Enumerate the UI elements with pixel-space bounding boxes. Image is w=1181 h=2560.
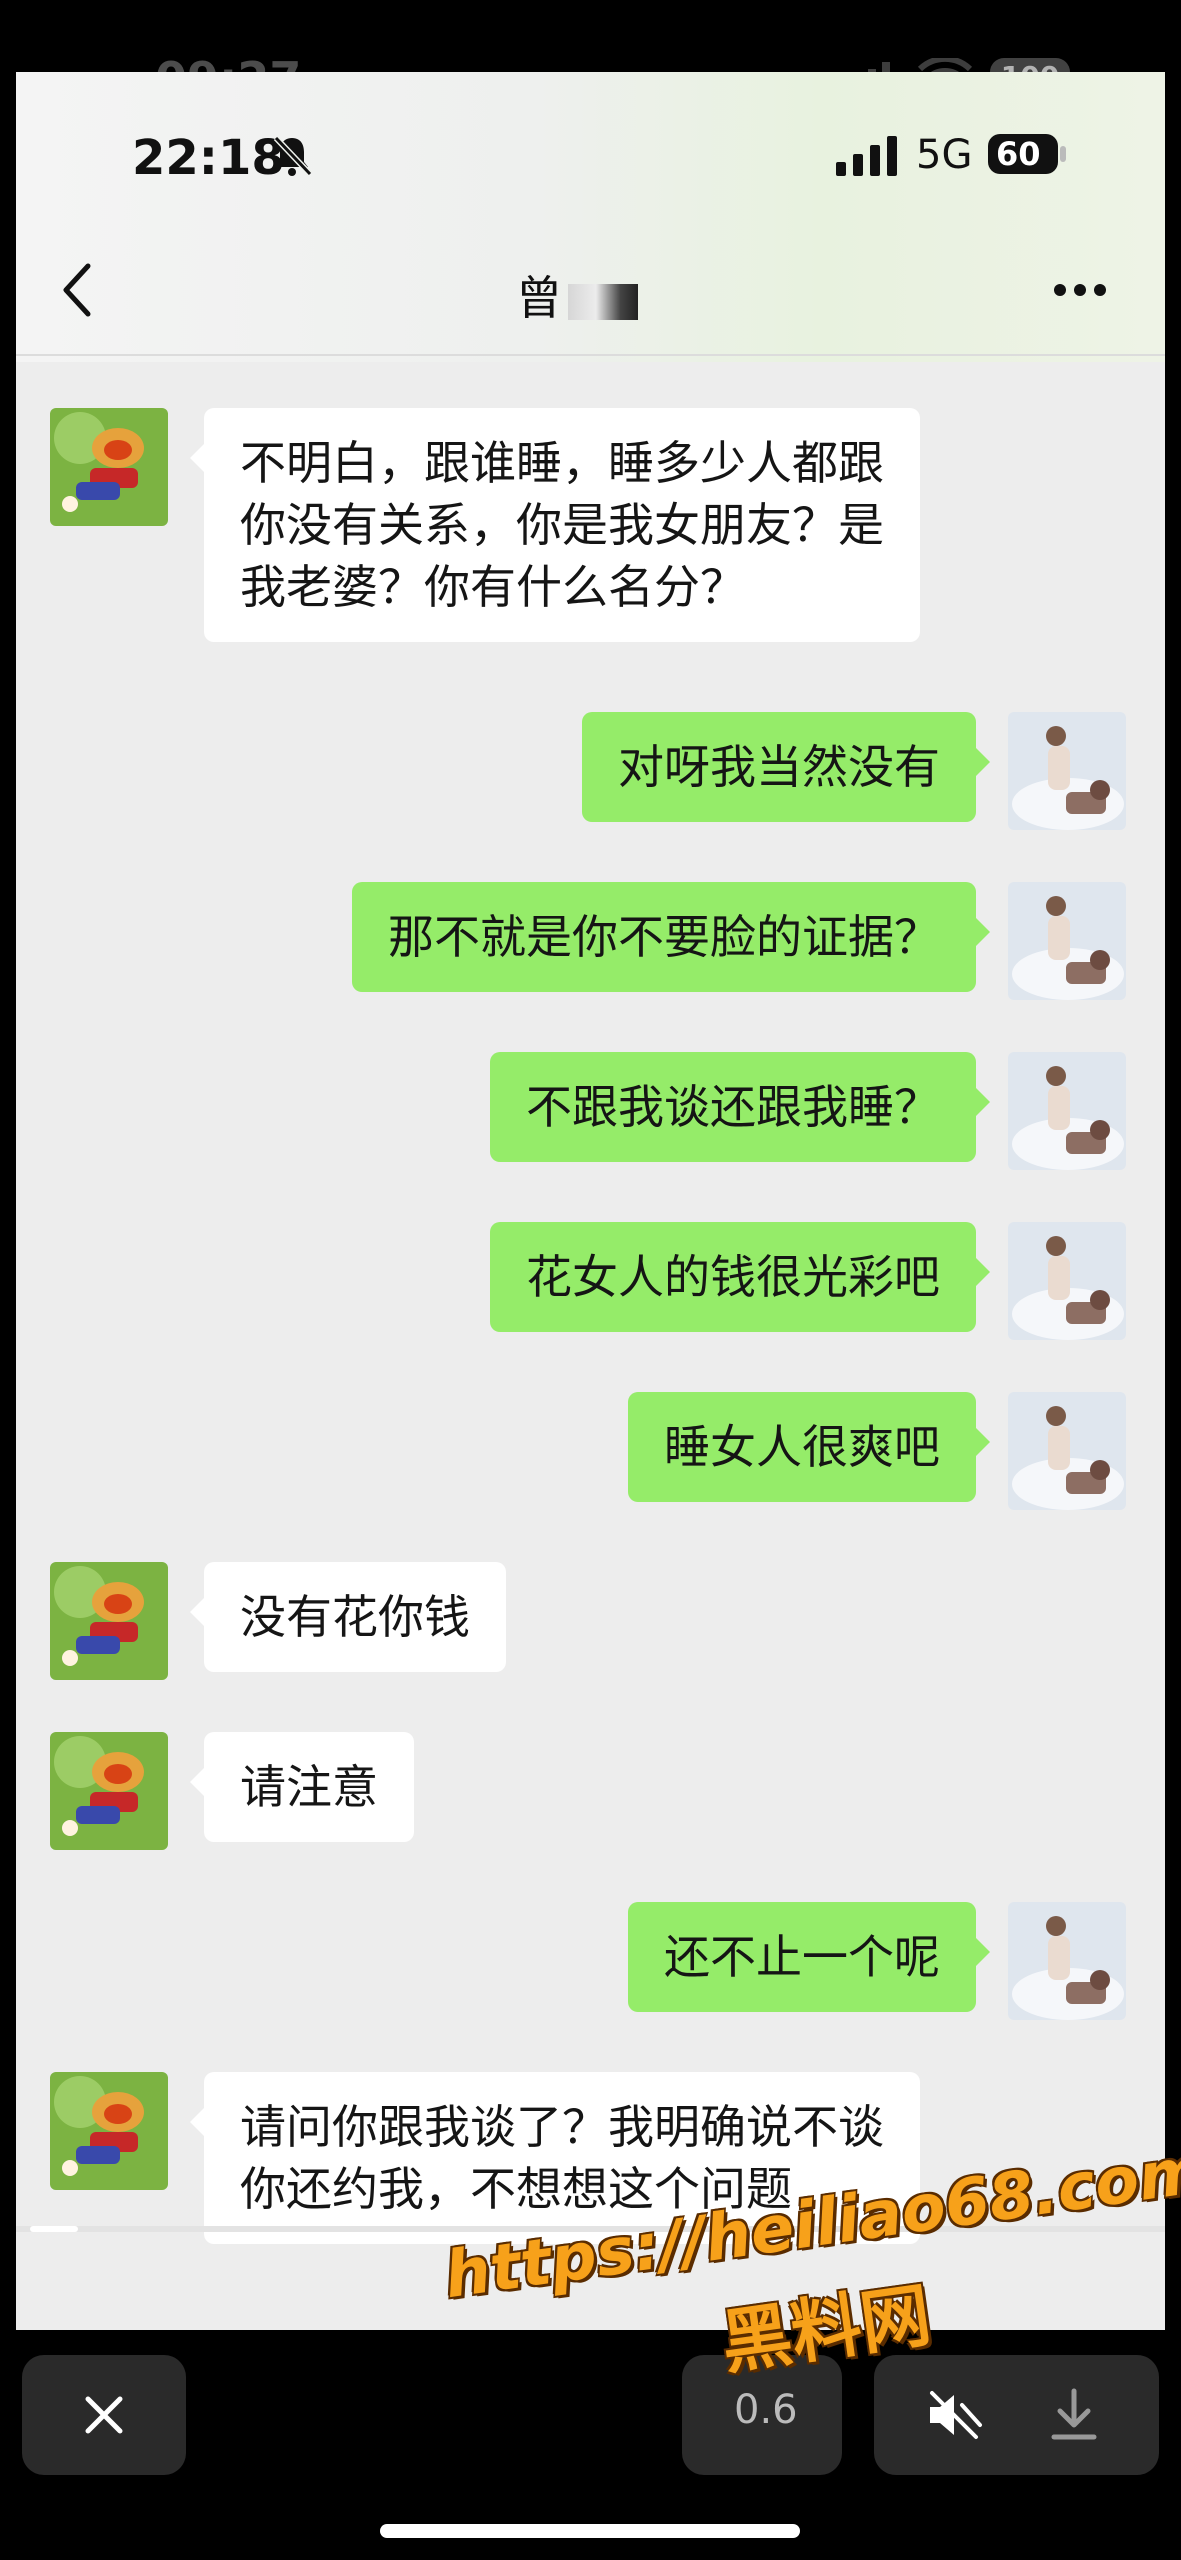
- outer-status-bar: 09:27 100: [0, 0, 1181, 106]
- chat-header: 曾: [16, 222, 1165, 354]
- contact-avatar[interactable]: [50, 1562, 168, 1680]
- chat-screen: 22:18 5G 60 曾 不明白，跟谁睡，睡多少人都跟 你没有关系，你是我女朋…: [16, 72, 1165, 2330]
- sent-message-bubble[interactable]: 还不止一个呢: [628, 1902, 990, 2012]
- sent-message-bubble[interactable]: 对呀我当然没有: [582, 712, 990, 822]
- close-icon: [85, 2396, 123, 2434]
- sent-message-bubble[interactable]: 睡女人很爽吧: [628, 1392, 990, 1502]
- redacted-name-blur: [568, 283, 638, 320]
- contact-avatar[interactable]: [50, 1732, 168, 1850]
- my-avatar[interactable]: [1008, 1052, 1126, 1170]
- home-indicator[interactable]: [380, 2524, 800, 2538]
- bell-off-icon: [273, 135, 312, 177]
- sent-message-bubble[interactable]: 不跟我谈还跟我睡？: [490, 1052, 990, 1162]
- received-message-bubble[interactable]: 不明白，跟谁睡，睡多少人都跟 你没有关系，你是我女朋友？是 我老婆？你有什么名分…: [190, 408, 920, 642]
- close-button[interactable]: [22, 2355, 186, 2475]
- watermark-name: 黑料网: [716, 2273, 936, 2385]
- contact-avatar[interactable]: [50, 2072, 168, 2190]
- back-arrow-icon[interactable]: [58, 260, 98, 320]
- battery-tip: [1060, 146, 1066, 162]
- status-bar: 22:18 5G 60: [16, 72, 1165, 222]
- my-avatar[interactable]: [1008, 1392, 1126, 1510]
- sent-message-bubble[interactable]: 那不就是你不要脸的证据？: [352, 882, 990, 992]
- chat-title: 曾: [516, 262, 638, 328]
- my-avatar[interactable]: [1008, 1902, 1126, 2020]
- network-type: 5G: [916, 132, 973, 178]
- received-message-bubble[interactable]: 没有花你钱: [190, 1562, 506, 1672]
- progress-thumb[interactable]: [30, 2226, 78, 2232]
- more-options-icon[interactable]: [1052, 282, 1108, 298]
- header-divider: [16, 354, 1165, 356]
- my-avatar[interactable]: [1008, 1222, 1126, 1340]
- received-message-bubble[interactable]: 请注意: [190, 1732, 414, 1842]
- status-time: 22:18: [132, 130, 285, 186]
- contact-avatar[interactable]: [50, 408, 168, 526]
- my-avatar[interactable]: [1008, 712, 1126, 830]
- chat-title-text: 曾: [516, 271, 564, 325]
- cellular-signal-icon: [836, 136, 897, 176]
- battery-indicator: 60: [988, 134, 1058, 174]
- sent-message-bubble[interactable]: 花女人的钱很光彩吧: [490, 1222, 990, 1332]
- download-icon[interactable]: [1050, 2387, 1098, 2443]
- my-avatar[interactable]: [1008, 882, 1126, 1000]
